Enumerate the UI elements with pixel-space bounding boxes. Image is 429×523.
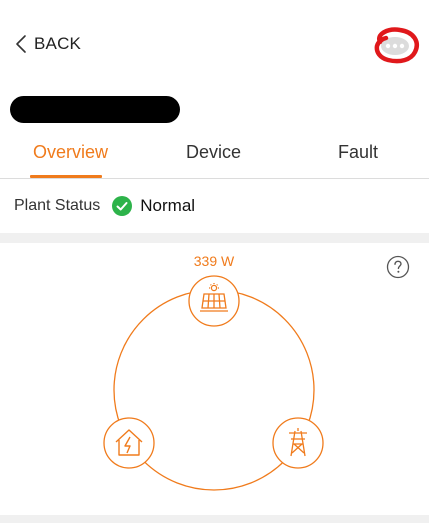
home-node[interactable] [103, 417, 155, 469]
help-icon[interactable] [386, 255, 410, 279]
plant-status-value: Normal [140, 196, 196, 215]
back-button[interactable]: BACK [14, 34, 81, 54]
back-label: BACK [34, 34, 82, 53]
solar-power-value: 339 W [193, 253, 235, 269]
energy-flow-panel: 339 W [0, 243, 429, 515]
more-dots-icon [374, 27, 419, 64]
plant-status-label: Plant Status [14, 197, 101, 214]
redacted-plant-name [10, 96, 180, 123]
check-circle-icon [112, 196, 133, 216]
bottom-divider [0, 515, 429, 523]
plant-status-row: Plant Status Normal [0, 179, 429, 233]
tab-fault[interactable]: Fault [338, 142, 378, 163]
chevron-left-icon [16, 35, 26, 53]
tab-bar: Overview Device Fault [0, 132, 429, 179]
more-button[interactable] [370, 26, 420, 66]
grid-node[interactable] [272, 417, 324, 469]
solar-node[interactable] [188, 275, 240, 327]
tab-overview[interactable]: Overview [33, 142, 108, 163]
tab-device[interactable]: Device [186, 142, 241, 163]
top-bar: BACK [0, 0, 429, 90]
section-divider [0, 233, 429, 243]
active-tab-indicator [30, 175, 102, 178]
